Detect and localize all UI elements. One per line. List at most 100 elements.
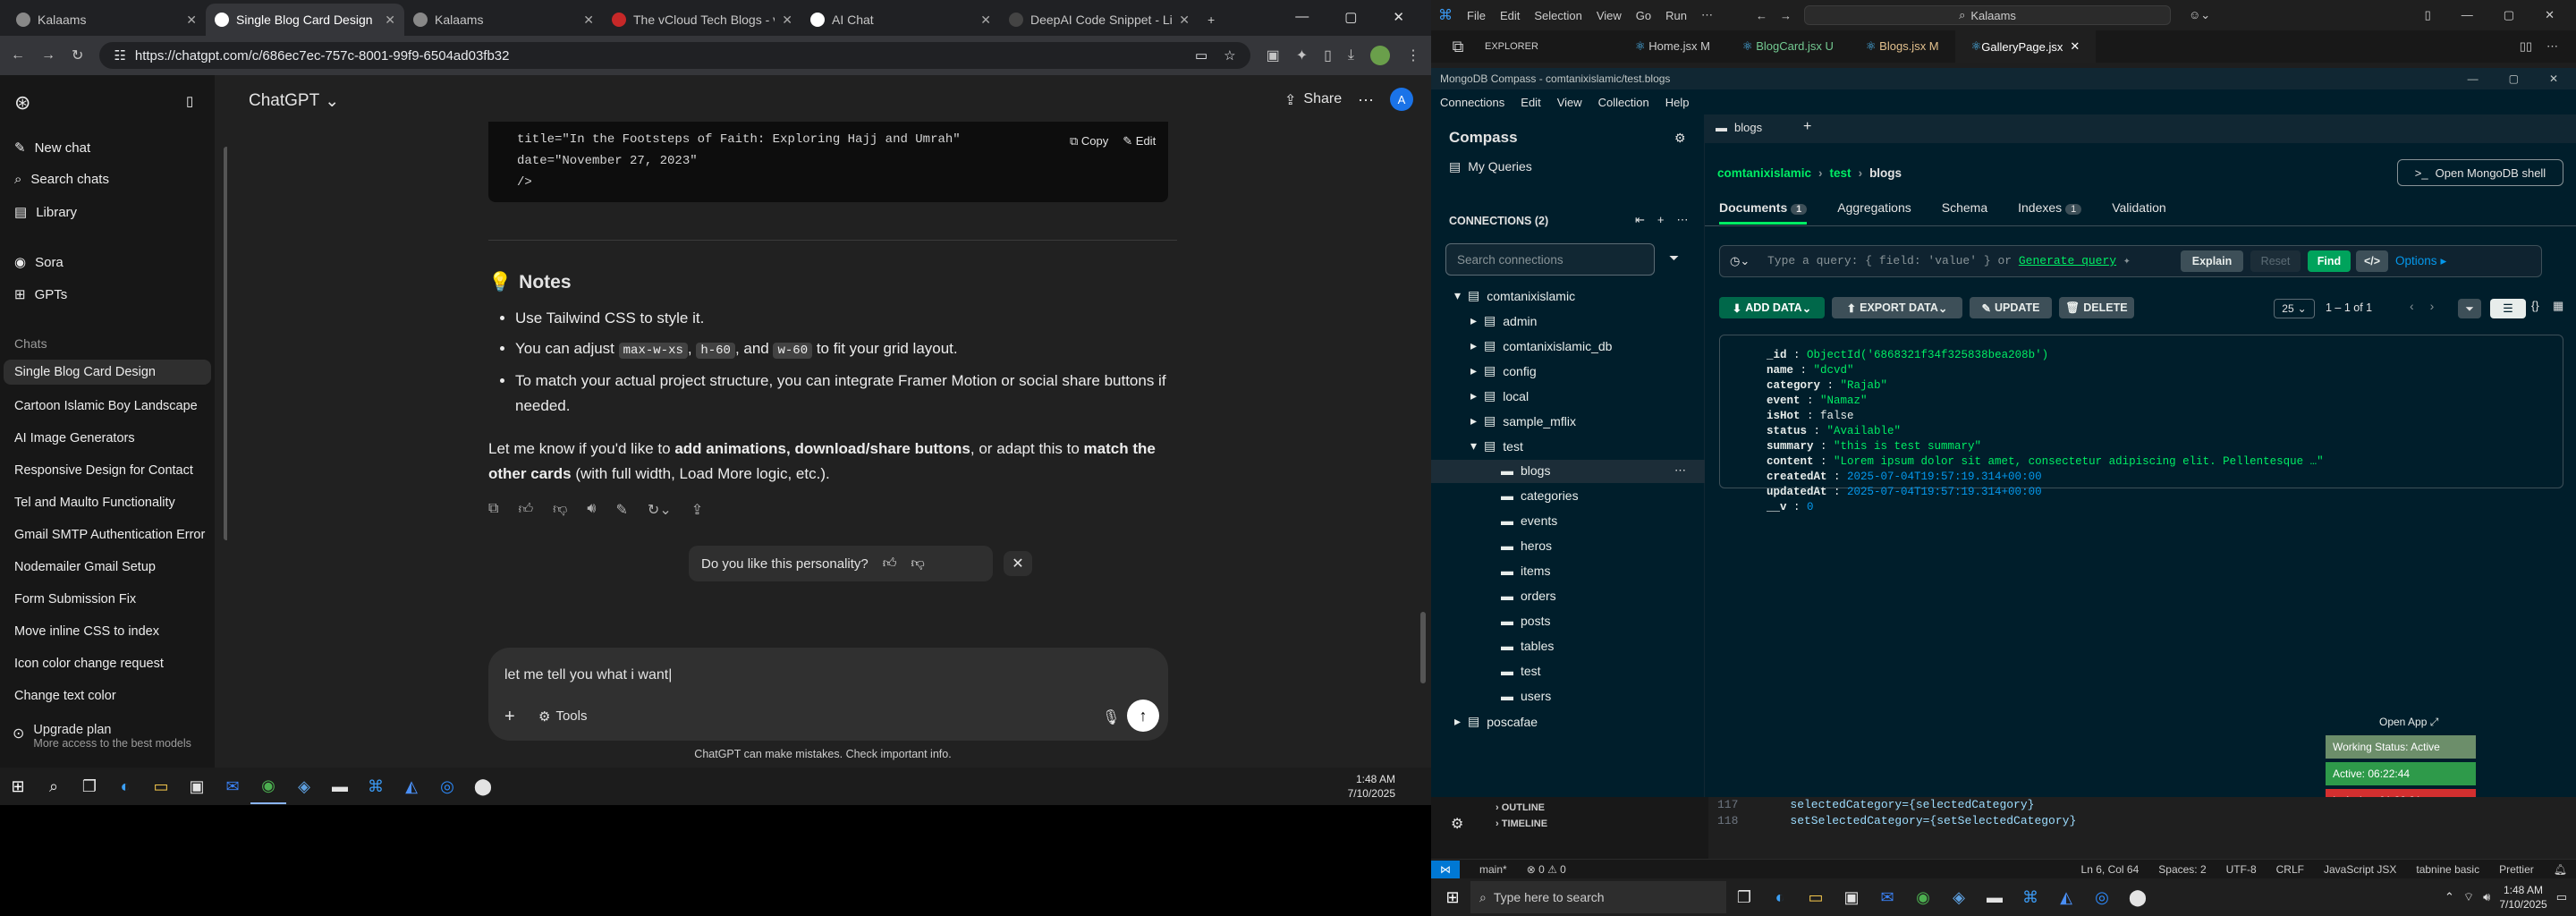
menu-item[interactable]: Help: [1665, 96, 1690, 109]
copilot-icon[interactable]: ☺⌄: [2189, 8, 2210, 22]
menu-item[interactable]: Selection: [1527, 9, 1589, 22]
breadcrumb-item[interactable]: test: [1830, 166, 1852, 180]
explorer-icon[interactable]: ⧉: [1431, 38, 1485, 56]
layout-icon[interactable]: ▯: [2425, 8, 2431, 22]
chat-item[interactable]: Change text color: [14, 689, 116, 703]
reload-icon[interactable]: ↻: [72, 47, 83, 64]
library-button[interactable]: ▤ Library: [14, 204, 77, 221]
generate-query-link[interactable]: Generate query: [2019, 254, 2116, 267]
tabnine-status[interactable]: tabnine basic: [2416, 863, 2479, 876]
close-icon[interactable]: ✕: [2070, 39, 2080, 54]
menu-item[interactable]: View: [1589, 9, 1629, 22]
share-icon[interactable]: ⇪: [691, 501, 703, 519]
task-view-icon[interactable]: ❐: [1726, 879, 1762, 915]
sora-button[interactable]: ◉ Sora: [14, 254, 64, 271]
search-connections-input[interactable]: Search connections: [1445, 243, 1655, 276]
upgrade-plan-button[interactable]: ⊙ Upgrade plan More access to the best mo…: [13, 723, 191, 750]
menu-item[interactable]: Edit: [1521, 96, 1540, 109]
close-icon[interactable]: ✕: [782, 13, 792, 28]
menu-item[interactable]: File: [1460, 9, 1493, 22]
page-size-select[interactable]: 25 ⌄: [2274, 299, 2315, 318]
query-history-icon[interactable]: ◷⌄: [1730, 254, 1750, 268]
store-icon[interactable]: ▣: [179, 768, 215, 804]
line-endings[interactable]: CRLF: [2276, 863, 2304, 876]
browser-tab[interactable]: Single Blog Card Design ✕: [206, 4, 404, 36]
vscode-icon[interactable]: ⌘: [2012, 879, 2048, 915]
app-icon[interactable]: ⬤: [2120, 879, 2156, 915]
json-view-icon[interactable]: {}: [2531, 299, 2539, 312]
send-button[interactable]: ↑: [1127, 700, 1159, 732]
code-editor[interactable]: 117 selectedCategory={selectedCategory} 1…: [1708, 797, 2576, 869]
tree-collection-selected[interactable]: ▬ blogs: [1501, 463, 1550, 478]
forward-icon[interactable]: →: [41, 47, 55, 64]
delete-button[interactable]: 🗑︎ DELETE: [2059, 297, 2134, 318]
taskbar-search-input[interactable]: ⌕ Type here to search: [1470, 881, 1726, 913]
tree-database[interactable]: ▸ ▤ sample_mflix: [1470, 413, 1576, 428]
system-clock[interactable]: 1:48 AM 7/10/2025: [2499, 883, 2546, 912]
copy-code-button[interactable]: ⧉ Copy: [1070, 134, 1108, 148]
list-view-icon[interactable]: ☰: [2490, 299, 2526, 318]
chat-item[interactable]: Cartoon Islamic Boy Landscape: [14, 399, 198, 413]
code-icon[interactable]: </>: [2356, 250, 2388, 272]
tree-collection[interactable]: ▬ events: [1501, 513, 1557, 528]
notifications-icon[interactable]: ▭: [2556, 890, 2567, 904]
remote-icon[interactable]: ⋈: [1431, 860, 1460, 878]
more-icon[interactable]: ⋯: [1694, 8, 1720, 22]
chevron-up-icon[interactable]: ⌃: [2445, 890, 2454, 904]
microphone-icon[interactable]: 🎙︎: [1102, 708, 1120, 726]
tools-button[interactable]: ⚙ Tools: [538, 708, 587, 725]
menu-item[interactable]: Collection: [1598, 96, 1649, 109]
settings-icon[interactable]: ⚙: [1674, 131, 1686, 146]
notifications-icon[interactable]: 🔔︎: [2554, 863, 2576, 876]
table-view-icon[interactable]: ▦: [2553, 299, 2563, 313]
prettier-status[interactable]: Prettier: [2499, 863, 2534, 876]
thumbs-down-icon[interactable]: 👎︎: [911, 556, 924, 572]
export-data-button[interactable]: ⬆ EXPORT DATA ⌄: [1832, 297, 1962, 318]
new-tab-icon[interactable]: +: [1803, 119, 1811, 135]
new-tab-button[interactable]: +: [1199, 4, 1234, 36]
tab-schema[interactable]: Schema: [1942, 200, 1987, 225]
model-selector[interactable]: ChatGPT ⌄: [249, 91, 339, 112]
chat-item[interactable]: Form Submission Fix: [14, 592, 136, 606]
app-icon[interactable]: ⬤: [465, 768, 501, 804]
outline-section[interactable]: › OUTLINE: [1485, 797, 1708, 813]
app-icon[interactable]: ◭: [2048, 879, 2084, 915]
thumbs-down-icon[interactable]: 👎︎: [553, 501, 567, 519]
volume-icon[interactable]: 🔊︎: [2483, 890, 2490, 904]
tab-validation[interactable]: Validation: [2112, 200, 2165, 225]
tree-collection[interactable]: ▬ tables: [1501, 639, 1554, 653]
file-explorer-icon[interactable]: ▭: [143, 768, 179, 804]
filter-icon[interactable]: ⏷: [1669, 250, 1679, 266]
share-button[interactable]: ⇪ Share: [1284, 91, 1342, 109]
system-clock[interactable]: 1:48 AM 7/10/2025: [1348, 772, 1431, 801]
vscode-icon[interactable]: ⌘: [358, 768, 394, 804]
composer-input[interactable]: let me tell you what i want|: [504, 667, 672, 683]
download-icon[interactable]: ⤓: [1348, 47, 1354, 64]
add-connection-icon[interactable]: +: [1657, 213, 1665, 227]
language-mode[interactable]: JavaScript JSX: [2324, 863, 2396, 876]
file-explorer-icon[interactable]: ▭: [1798, 879, 1834, 915]
split-editor-icon[interactable]: ▯▯: [2520, 39, 2532, 54]
zoom-icon[interactable]: ◎: [429, 768, 465, 804]
prev-page-icon[interactable]: ‹: [2410, 299, 2414, 313]
app-icon[interactable]: ◈: [1941, 879, 1977, 915]
add-data-button[interactable]: ⬇ ADD DATA ⌄: [1719, 297, 1825, 318]
install-icon[interactable]: ▭: [1195, 47, 1208, 64]
chat-item[interactable]: Move inline CSS to index: [14, 624, 159, 639]
update-button[interactable]: ✎ UPDATE: [1970, 297, 2052, 318]
user-avatar[interactable]: A: [1390, 88, 1413, 111]
maximize-icon[interactable]: ▢: [1344, 9, 1357, 25]
minimize-icon[interactable]: —: [1295, 9, 1309, 25]
tree-collection[interactable]: ▬ users: [1501, 689, 1551, 703]
site-info-icon[interactable]: ☷: [114, 47, 125, 64]
edge-icon[interactable]: ◐: [107, 768, 143, 804]
editor-tab[interactable]: ⚛ Home.jsx M: [1619, 39, 1726, 54]
terminal-icon[interactable]: ▬: [1977, 879, 2012, 915]
more-icon[interactable]: ⋯: [1677, 213, 1689, 227]
chat-item[interactable]: Single Blog Card Design: [4, 360, 211, 385]
open-shell-button[interactable]: >_ Open MongoDB shell: [2397, 159, 2563, 186]
tree-database[interactable]: ▸ ▤ admin: [1470, 313, 1537, 328]
tab-indexes[interactable]: Indexes 1: [2018, 200, 2082, 225]
collapse-icon[interactable]: ⇤: [1635, 213, 1645, 227]
forward-icon[interactable]: →: [1780, 9, 1792, 22]
